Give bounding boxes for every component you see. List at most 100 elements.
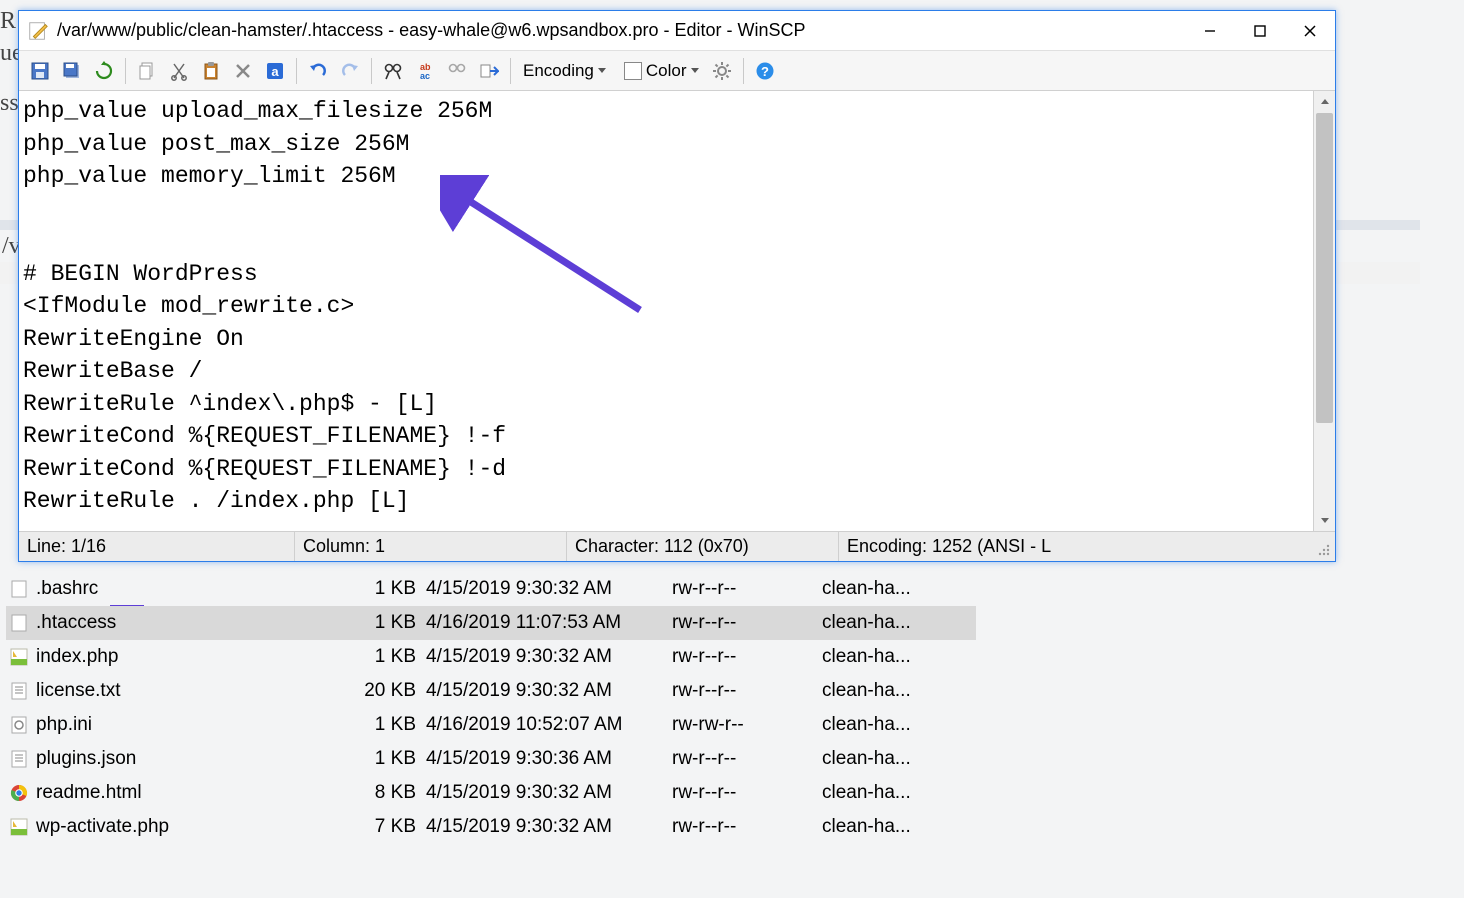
file-owner: clean-ha... <box>822 680 962 702</box>
file-row[interactable]: index.php1 KB4/15/2019 9:30:32 AMrw-r--r… <box>6 640 976 674</box>
file-icon <box>8 646 30 668</box>
file-icon <box>8 714 30 736</box>
file-date: 4/15/2019 9:30:32 AM <box>426 782 672 804</box>
redo-button[interactable] <box>335 56 365 86</box>
scroll-down-icon[interactable] <box>1314 509 1335 531</box>
scroll-up-icon[interactable] <box>1314 91 1335 113</box>
file-perm: rw-r--r-- <box>672 646 822 668</box>
status-column: Column: 1 <box>295 532 567 561</box>
file-owner: clean-ha... <box>822 612 962 634</box>
color-swatch <box>624 62 642 80</box>
save-all-button[interactable] <box>57 56 87 86</box>
resize-grip-icon[interactable] <box>1316 542 1332 558</box>
file-perm: rw-r--r-- <box>672 612 822 634</box>
save-button[interactable] <box>25 56 55 86</box>
file-owner: clean-ha... <box>822 578 962 600</box>
file-name: .bashrc <box>36 578 346 600</box>
caret-down-icon <box>598 68 606 73</box>
caret-down-icon <box>691 68 699 73</box>
delete-button[interactable] <box>228 56 258 86</box>
file-perm: rw-r--r-- <box>672 680 822 702</box>
find-button[interactable] <box>378 56 408 86</box>
file-owner: clean-ha... <box>822 816 962 838</box>
file-name: plugins.json <box>36 748 346 770</box>
file-name: license.txt <box>36 680 346 702</box>
help-button[interactable]: ? <box>750 56 780 86</box>
file-icon <box>8 782 30 804</box>
maximize-button[interactable] <box>1235 13 1285 49</box>
window-title: /var/www/public/clean-hamster/.htaccess … <box>57 20 1185 41</box>
encoding-dropdown[interactable]: Encoding <box>517 56 612 86</box>
file-icon <box>8 680 30 702</box>
file-row[interactable]: readme.html8 KB4/15/2019 9:30:32 AMrw-r-… <box>6 776 976 810</box>
toolbar-separator <box>510 58 511 84</box>
close-button[interactable] <box>1285 13 1335 49</box>
file-perm: rw-r--r-- <box>672 748 822 770</box>
file-size: 1 KB <box>346 646 426 668</box>
vertical-scrollbar[interactable] <box>1313 91 1335 531</box>
toolbar-separator <box>296 58 297 84</box>
file-row[interactable]: plugins.json1 KB4/15/2019 9:30:36 AMrw-r… <box>6 742 976 776</box>
undo-button[interactable] <box>303 56 333 86</box>
file-perm: rw-r--r-- <box>672 578 822 600</box>
file-name: index.php <box>36 646 346 668</box>
file-row[interactable]: license.txt20 KB4/15/2019 9:30:32 AMrw-r… <box>6 674 976 708</box>
editor-window: /var/www/public/clean-hamster/.htaccess … <box>18 10 1336 562</box>
editor-textarea[interactable]: php_value upload_max_filesize 256M php_v… <box>19 91 1313 531</box>
svg-text:a: a <box>271 64 279 79</box>
reload-button[interactable] <box>89 56 119 86</box>
file-row[interactable]: php.ini1 KB4/16/2019 10:52:07 AMrw-rw-r-… <box>6 708 976 742</box>
select-all-button[interactable]: a <box>260 56 290 86</box>
file-size: 20 KB <box>346 680 426 702</box>
file-date: 4/15/2019 9:30:32 AM <box>426 646 672 668</box>
file-perm: rw-r--r-- <box>672 782 822 804</box>
file-perm: rw-r--r-- <box>672 816 822 838</box>
color-label: Color <box>646 61 687 81</box>
file-row[interactable]: .htaccess1 KB4/16/2019 11:07:53 AMrw-r--… <box>6 606 976 640</box>
cut-button[interactable] <box>164 56 194 86</box>
file-size: 1 KB <box>346 612 426 634</box>
status-encoding: Encoding: 1252 (ANSI - L <box>839 532 1335 561</box>
file-row[interactable]: wp-activate.php7 KB4/15/2019 9:30:32 AMr… <box>6 810 976 844</box>
preferences-button[interactable] <box>707 56 737 86</box>
status-line: Line: 1/16 <box>19 532 295 561</box>
file-name: php.ini <box>36 714 346 736</box>
scroll-track[interactable] <box>1314 113 1335 509</box>
file-icon <box>8 578 30 600</box>
file-icon <box>8 748 30 770</box>
editor-body: php_value upload_max_filesize 256M php_v… <box>19 91 1335 531</box>
file-row[interactable]: .bashrc1 KB4/15/2019 9:30:32 AMrw-r--r--… <box>6 572 976 606</box>
encoding-label: Encoding <box>523 61 594 81</box>
file-owner: clean-ha... <box>822 782 962 804</box>
file-list: .bashrc1 KB4/15/2019 9:30:32 AMrw-r--r--… <box>6 572 976 844</box>
toolbar-separator <box>371 58 372 84</box>
file-size: 1 KB <box>346 714 426 736</box>
file-date: 4/15/2019 9:30:36 AM <box>426 748 672 770</box>
file-size: 1 KB <box>346 578 426 600</box>
goto-button[interactable] <box>474 56 504 86</box>
file-name: wp-activate.php <box>36 816 346 838</box>
file-size: 8 KB <box>346 782 426 804</box>
file-date: 4/15/2019 9:30:32 AM <box>426 680 672 702</box>
file-owner: clean-ha... <box>822 748 962 770</box>
bg-letter: R <box>0 8 16 35</box>
find-next-button[interactable] <box>442 56 472 86</box>
file-icon <box>8 816 30 838</box>
file-date: 4/16/2019 11:07:53 AM <box>426 612 672 634</box>
bg-letter: ss <box>0 90 19 117</box>
paste-button[interactable] <box>196 56 226 86</box>
file-date: 4/16/2019 10:52:07 AM <box>426 714 672 736</box>
scroll-thumb[interactable] <box>1316 113 1333 423</box>
color-dropdown[interactable]: Color <box>614 56 705 86</box>
replace-button[interactable]: abac <box>410 56 440 86</box>
file-owner: clean-ha... <box>822 714 962 736</box>
copy-button[interactable] <box>132 56 162 86</box>
svg-text:ac: ac <box>420 71 430 81</box>
toolbar-separator <box>743 58 744 84</box>
file-date: 4/15/2019 9:30:32 AM <box>426 816 672 838</box>
app-edit-icon <box>27 20 49 42</box>
statusbar: Line: 1/16 Column: 1 Character: 112 (0x7… <box>19 531 1335 561</box>
file-name: .htaccess <box>36 612 346 634</box>
toolbar: a abac Encoding Color ? <box>19 51 1335 91</box>
minimize-button[interactable] <box>1185 13 1235 49</box>
